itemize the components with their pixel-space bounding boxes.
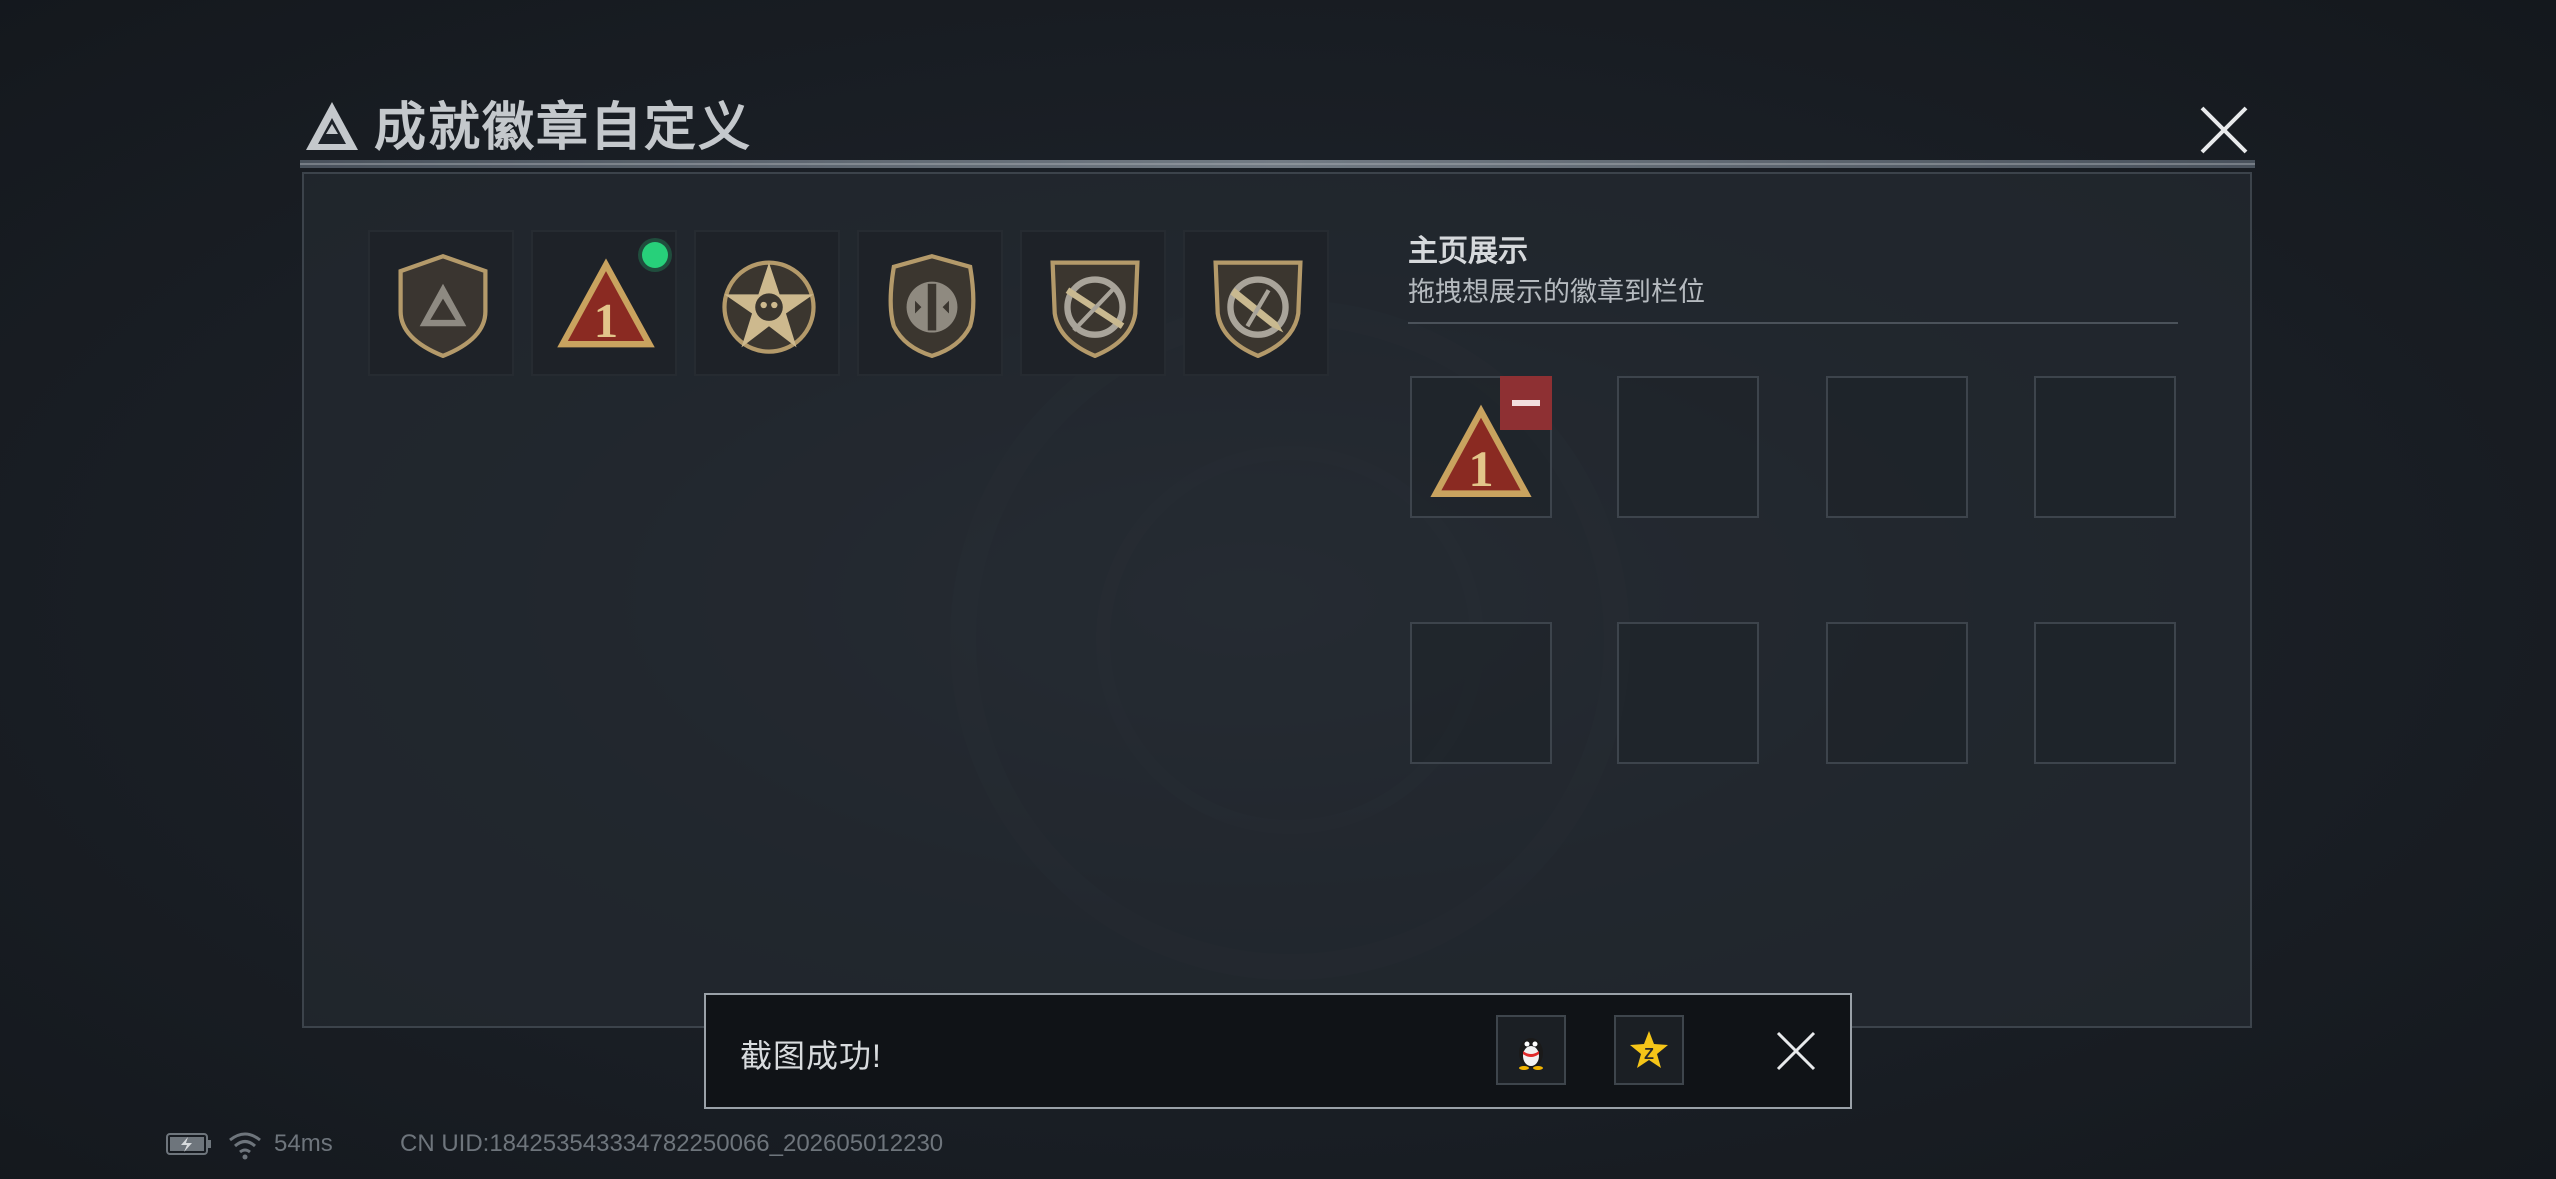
qzone-star-icon: Z <box>1630 1031 1668 1068</box>
showcase-slot-7[interactable] <box>1826 622 1968 764</box>
new-badge-indicator <box>642 242 668 268</box>
showcase-slot-5[interactable] <box>1410 622 1552 764</box>
battery-charging-icon <box>166 1133 211 1155</box>
showcase-slot-3[interactable] <box>1826 376 1968 518</box>
showcase-title: 主页展示 <box>1408 235 1528 268</box>
game-logo-icon <box>306 102 358 150</box>
rank-one-triangle-badge-icon: 1 <box>557 258 655 348</box>
inventory-badge-5[interactable] <box>1020 230 1166 376</box>
header-divider <box>300 160 2255 168</box>
showcase-slot-2[interactable] <box>1617 376 1759 518</box>
showcase-slot-4[interactable] <box>2034 376 2176 518</box>
share-qq-button[interactable] <box>1496 1015 1566 1085</box>
triangle-logo-shield-badge-icon <box>398 253 488 358</box>
inventory-badge-3[interactable] <box>694 230 840 376</box>
showcase-subtitle: 拖拽想展示的徽章到栏位 <box>1408 277 1705 307</box>
screen: 成就徽章自定义 1 主页展示 拖拽想展示的徽章到栏位 1 截图成功! Z 54m… <box>0 0 2556 1179</box>
knife-shield-badge-icon <box>1213 260 1303 358</box>
close-icon[interactable] <box>2190 96 2258 164</box>
showcase-slot-8[interactable] <box>2034 622 2176 764</box>
svg-text:1: 1 <box>594 294 618 348</box>
inventory-badge-1[interactable] <box>368 230 514 376</box>
ping-readout: 54ms <box>274 1130 333 1157</box>
bullet-shield-badge-icon <box>888 254 976 358</box>
wifi-icon <box>229 1132 261 1160</box>
remove-badge-button[interactable] <box>1500 376 1552 430</box>
svg-text:1: 1 <box>1468 441 1493 497</box>
inventory-badge-6[interactable] <box>1183 230 1329 376</box>
showcase-slot-6[interactable] <box>1617 622 1759 764</box>
dialog-header: 成就徽章自定义 <box>300 90 2260 170</box>
toast-message: 截图成功! <box>740 1038 882 1074</box>
rifle-shield-badge-icon <box>1050 260 1140 358</box>
page-title: 成就徽章自定义 <box>374 99 753 157</box>
toast-close-icon[interactable] <box>1772 1027 1820 1075</box>
star-skull-badge-icon <box>722 260 816 354</box>
user-uid: CN UID:18425354333478225006​6_2026050122… <box>400 1130 944 1157</box>
inventory-badge-4[interactable] <box>857 230 1003 376</box>
svg-text:Z: Z <box>1644 1046 1654 1063</box>
qq-penguin-icon <box>1519 1038 1543 1070</box>
showcase-divider <box>1408 322 2178 324</box>
screenshot-toast: 截图成功! Z <box>704 993 1852 1109</box>
share-qzone-button[interactable]: Z <box>1614 1015 1684 1085</box>
